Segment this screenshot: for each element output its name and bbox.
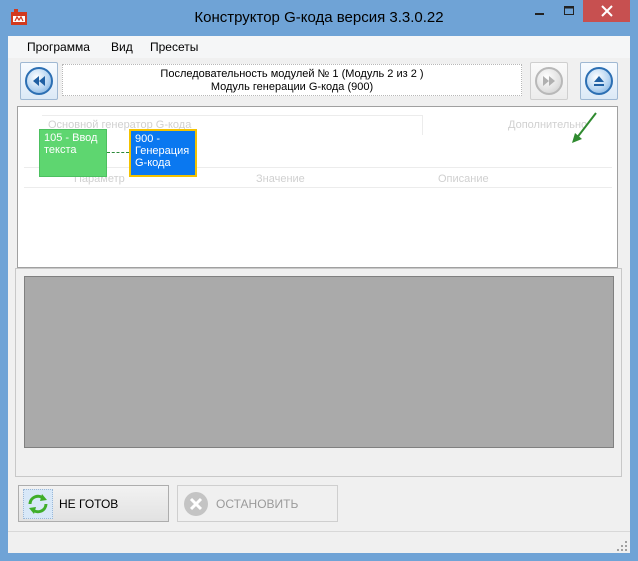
status-bar bbox=[8, 531, 630, 554]
minimize-button[interactable] bbox=[525, 0, 555, 22]
module-connector bbox=[107, 152, 129, 153]
refresh-icon bbox=[28, 493, 48, 514]
close-button[interactable] bbox=[583, 0, 630, 22]
close-icon bbox=[600, 5, 613, 17]
rewind-icon bbox=[33, 76, 45, 86]
stop-icon bbox=[184, 491, 208, 516]
stop-button[interactable]: ОСТАНОВИТЬ bbox=[177, 485, 338, 522]
sequence-line-2: Модуль генерации G-кода (900) bbox=[210, 81, 374, 93]
menu-presets[interactable]: Пресеты bbox=[150, 40, 198, 54]
sequence-info: Последовательность модулей № 1 (Модуль 2… bbox=[62, 64, 522, 96]
next-module-button[interactable] bbox=[530, 62, 568, 100]
sequence-toolbar: Последовательность модулей № 1 (Модуль 2… bbox=[16, 62, 622, 105]
previous-module-button[interactable] bbox=[20, 62, 58, 100]
fast-forward-icon bbox=[543, 76, 555, 86]
module-105-text-input[interactable]: 105 - Ввод текста bbox=[39, 129, 107, 177]
eject-icon bbox=[594, 76, 604, 86]
pointer-arrow-icon bbox=[572, 112, 597, 143]
sequence-line-1: Последовательность модулей № 1 (Модуль 2… bbox=[160, 68, 424, 80]
client-area: Программа Вид Пресеты Последовательность… bbox=[8, 36, 630, 553]
resize-grip-icon[interactable] bbox=[616, 540, 628, 552]
title-bar[interactable]: Конструктор G-кода версия 3.3.0.22 bbox=[0, 0, 638, 36]
faded-column-value: Значение bbox=[256, 173, 305, 185]
main-window: Конструктор G-кода версия 3.3.0.22 Прогр… bbox=[0, 0, 638, 561]
maximize-button[interactable] bbox=[555, 0, 583, 22]
faded-column-desc: Описание bbox=[438, 173, 489, 185]
maximize-icon bbox=[564, 6, 574, 15]
minimize-icon bbox=[535, 13, 544, 15]
gcode-preview-canvas[interactable] bbox=[24, 276, 614, 448]
not-ready-label: НЕ ГОТОВ bbox=[59, 496, 119, 511]
not-ready-button[interactable]: НЕ ГОТОВ bbox=[18, 485, 169, 522]
menu-bar: Программа Вид Пресеты bbox=[8, 36, 630, 58]
menu-program[interactable]: Программа bbox=[27, 40, 90, 54]
module-900-gcode-generation[interactable]: 900 - Генерация G-кода bbox=[129, 129, 197, 177]
module-diagram[interactable]: Основной генератор G-кода Дополнительно … bbox=[17, 106, 618, 268]
collapse-diagram-button[interactable] bbox=[580, 62, 618, 100]
menu-view[interactable]: Вид bbox=[111, 40, 133, 54]
stop-label: ОСТАНОВИТЬ bbox=[216, 496, 299, 511]
